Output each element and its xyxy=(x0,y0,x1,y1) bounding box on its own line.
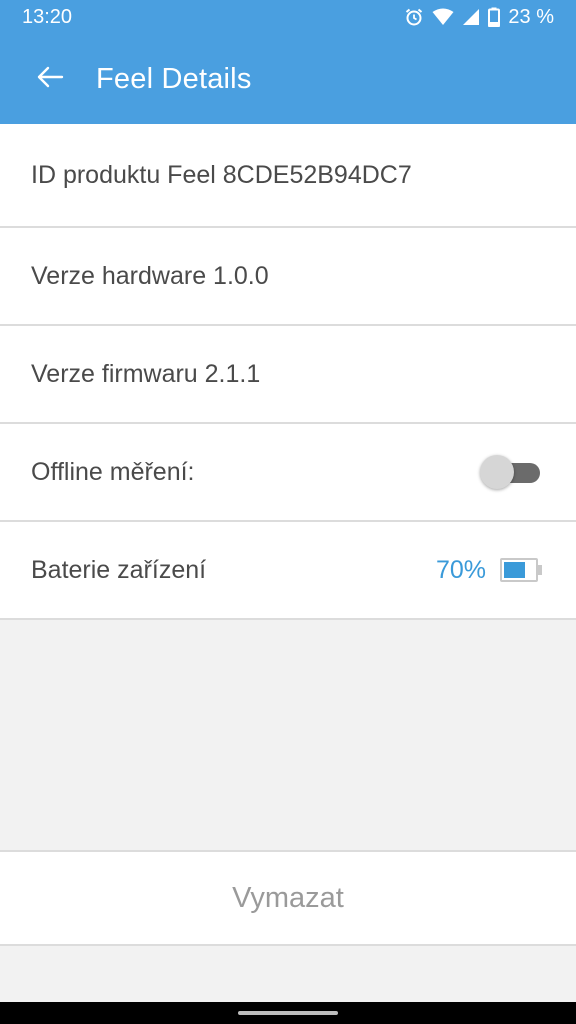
status-time: 13:20 xyxy=(22,5,73,28)
arrow-left-icon xyxy=(36,65,64,94)
back-button[interactable] xyxy=(20,49,80,109)
device-battery-label: Baterie zařízení xyxy=(31,555,207,584)
battery-level-fill xyxy=(504,562,525,578)
page-title: Feel Details xyxy=(96,62,252,95)
device-battery-row: Baterie zařízení 70% xyxy=(0,522,576,620)
status-icons: 23 % xyxy=(404,6,554,29)
toggle-thumb xyxy=(480,455,514,489)
hardware-version-label: Verze hardware 1.0.0 xyxy=(31,261,269,290)
product-id-row: ID produktu Feel 8CDE52B94DC7 xyxy=(0,124,576,228)
status-bar: 13:20 23 % xyxy=(0,0,576,34)
offline-measurement-label: Offline měření: xyxy=(31,457,195,486)
system-navigation-bar xyxy=(0,1002,576,1024)
battery-icon xyxy=(488,7,501,27)
status-battery-percent: 23 % xyxy=(508,5,554,28)
home-gesture-handle[interactable] xyxy=(238,1011,338,1015)
cell-signal-icon xyxy=(462,8,480,26)
firmware-version-row: Verze firmwaru 2.1.1 xyxy=(0,326,576,424)
wifi-icon xyxy=(432,8,454,26)
product-id-label: ID produktu Feel 8CDE52B94DC7 xyxy=(31,160,412,189)
offline-measurement-toggle[interactable] xyxy=(480,455,542,489)
device-battery-value: 70% xyxy=(435,555,486,584)
hardware-version-row: Verze hardware 1.0.0 xyxy=(0,228,576,326)
alarm-icon xyxy=(404,7,424,27)
device-battery-icon xyxy=(500,558,542,582)
firmware-version-label: Verze firmwaru 2.1.1 xyxy=(31,359,261,388)
device-battery-status: 70% xyxy=(436,556,542,585)
delete-button[interactable]: Vymazat xyxy=(0,850,576,946)
app-bar: Feel Details xyxy=(0,34,576,124)
details-list: ID produktu Feel 8CDE52B94DC7 Verze hard… xyxy=(0,124,576,620)
offline-measurement-row: Offline měření: xyxy=(0,424,576,522)
